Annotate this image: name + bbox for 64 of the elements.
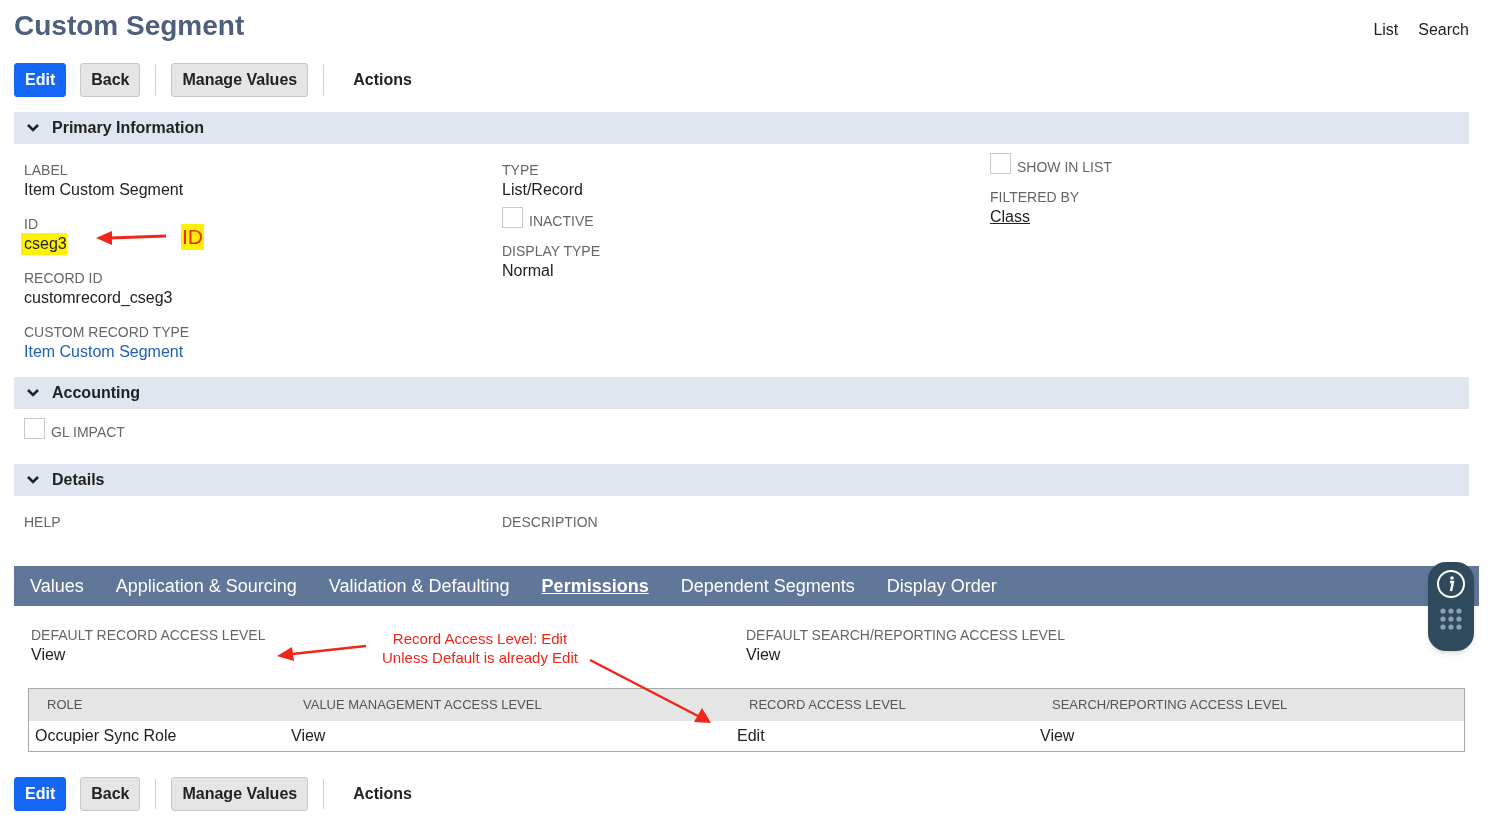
table-cell-text: View <box>290 726 327 746</box>
field-label: GL IMPACT <box>51 423 125 441</box>
actions-menu[interactable]: Actions <box>353 782 412 806</box>
field-label: SHOW IN LIST <box>1017 158 1112 176</box>
field-link[interactable]: Item Custom Segment <box>24 341 184 363</box>
field-label: TYPE <box>502 161 540 179</box>
table-cell-text: Edit <box>736 726 766 746</box>
chevron-icon[interactable] <box>26 475 40 485</box>
edit-button[interactable]: Edit <box>14 777 67 811</box>
toolbar-button[interactable]: Manage Values <box>171 63 309 97</box>
info-icon[interactable] <box>1436 569 1466 599</box>
field-label: FILTERED BY <box>990 188 1081 206</box>
field-value: Item Custom Segment <box>24 180 184 200</box>
field-label: HELP <box>24 513 62 531</box>
subtab[interactable]: Application & Sourcing <box>115 566 297 606</box>
page-title: Custom Segment <box>14 9 245 43</box>
section-title[interactable]: Accounting <box>52 381 140 405</box>
column-header: VALUE MANAGEMENT ACCESS LEVEL <box>302 696 543 715</box>
field-label: DESCRIPTION <box>502 513 599 531</box>
header-link[interactable]: List <box>1373 18 1399 42</box>
field-label: RECORD ID <box>24 269 104 287</box>
grid-icon[interactable] <box>1439 607 1463 631</box>
chevron-icon[interactable] <box>26 123 40 133</box>
field-label: LABEL <box>24 161 69 179</box>
field-value: View <box>746 645 781 665</box>
help-widget[interactable] <box>1428 562 1474 651</box>
toolbar-button[interactable]: Manage Values <box>171 777 309 811</box>
annotation-text: ID <box>181 224 204 250</box>
annotation-arrow <box>96 231 167 245</box>
actions-menu[interactable]: Actions <box>353 68 412 92</box>
field-value: View <box>31 645 66 665</box>
checkbox[interactable] <box>24 418 45 439</box>
column-header: SEARCH/REPORTING ACCESS LEVEL <box>1051 696 1289 715</box>
subtab[interactable]: Values <box>30 566 84 606</box>
subtab[interactable]: Display Order <box>886 566 997 606</box>
field-label: DEFAULT SEARCH/REPORTING ACCESS LEVEL <box>746 626 1065 644</box>
field-value: Normal <box>502 261 554 281</box>
annotation-text: Unless Default is already Edit <box>381 648 579 667</box>
chevron-icon[interactable] <box>26 388 40 398</box>
section-title[interactable]: Primary Information <box>52 116 205 140</box>
field-label: DEFAULT RECORD ACCESS LEVEL <box>31 626 266 644</box>
subtab[interactable]: Permissions <box>541 566 649 606</box>
field-label: INACTIVE <box>529 212 594 230</box>
field-value: customrecord_cseg3 <box>24 288 173 308</box>
subtab[interactable]: Validation & Defaulting <box>328 566 510 606</box>
table-cell-text: Occupier Sync Role <box>34 726 178 746</box>
toolbar-button[interactable]: Back <box>80 63 141 97</box>
annotation-text: Record Access Level: Edit <box>391 629 569 648</box>
subtab[interactable]: Dependent Segments <box>680 566 855 606</box>
checkbox[interactable] <box>990 153 1011 174</box>
field-value: List/Record <box>502 180 583 200</box>
column-header: RECORD ACCESS LEVEL <box>748 696 907 715</box>
checkbox[interactable] <box>502 207 523 228</box>
toolbar-button[interactable]: Back <box>80 777 141 811</box>
table-cell-text: View <box>1039 726 1076 746</box>
field-value: cseg3 <box>21 233 67 255</box>
field-link[interactable]: Class <box>990 206 1030 228</box>
edit-button[interactable]: Edit <box>14 63 67 97</box>
header-link[interactable]: Search <box>1418 18 1469 42</box>
field-label: DISPLAY TYPE <box>502 242 602 260</box>
field-label: ID <box>24 215 39 233</box>
field-label: CUSTOM RECORD TYPE <box>24 323 191 341</box>
column-header: ROLE <box>46 696 84 715</box>
section-title[interactable]: Details <box>52 468 105 492</box>
